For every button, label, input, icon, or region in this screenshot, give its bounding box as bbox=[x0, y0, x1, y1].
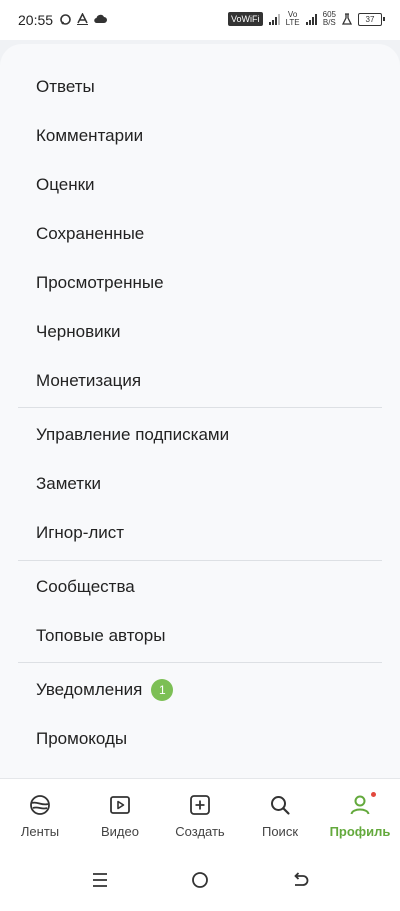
menu-item-ratings[interactable]: Оценки bbox=[36, 165, 95, 205]
vowifi-indicator: VoWiFi bbox=[228, 12, 263, 26]
status-time: 20:55 bbox=[18, 12, 54, 28]
profile-icon bbox=[350, 795, 370, 815]
menu-item-promocodes[interactable]: Промокоды bbox=[36, 719, 127, 759]
menu-item-comments[interactable]: Комментарии bbox=[36, 116, 143, 156]
nav-create[interactable]: Создать bbox=[160, 779, 240, 847]
divider bbox=[18, 407, 382, 408]
nav-create-label: Создать bbox=[175, 824, 225, 839]
nav-profile[interactable]: Профиль bbox=[320, 779, 400, 847]
status-bar: 20:55 VoWiFi Vo LTE 605 B/S 37 bbox=[0, 0, 400, 40]
search-icon bbox=[271, 796, 290, 815]
status-notification-icons bbox=[60, 13, 107, 25]
nav-search[interactable]: Поиск bbox=[240, 779, 320, 847]
menu-item-monetization[interactable]: Монетизация bbox=[36, 361, 141, 401]
profile-menu-sheet: Ответы Комментарии Оценки Сохраненные Пр… bbox=[0, 44, 400, 778]
volte-indicator: Vo LTE bbox=[285, 10, 300, 27]
divider bbox=[18, 560, 382, 561]
battery-icon: 37 bbox=[358, 12, 385, 26]
menu-item-subscriptions[interactable]: Управление подписками bbox=[36, 415, 229, 455]
menu-item-saved[interactable]: Сохраненные bbox=[36, 214, 144, 254]
nav-profile-label: Профиль bbox=[329, 824, 391, 839]
bottom-navigation: Ленты Видео Создать Поиск Профиль bbox=[0, 778, 400, 847]
feeds-icon bbox=[30, 795, 50, 815]
back-icon[interactable] bbox=[288, 868, 312, 892]
text-a-icon bbox=[77, 13, 88, 25]
menu-item-ignore-list[interactable]: Игнор-лист bbox=[36, 513, 124, 553]
home-icon[interactable] bbox=[188, 868, 212, 892]
nav-search-label: Поиск bbox=[261, 824, 299, 839]
menu-icon[interactable] bbox=[88, 868, 112, 892]
profile-notification-dot bbox=[371, 792, 376, 797]
system-navigation-bar bbox=[0, 846, 400, 911]
menu-item-answers[interactable]: Ответы bbox=[36, 67, 95, 107]
menu-item-notes[interactable]: Заметки bbox=[36, 464, 101, 504]
nav-feeds[interactable]: Ленты bbox=[0, 779, 80, 847]
menu-item-notifications-label: Уведомления bbox=[36, 680, 143, 699]
nav-video[interactable]: Видео bbox=[80, 779, 160, 847]
video-icon bbox=[110, 796, 130, 814]
create-icon bbox=[190, 795, 210, 815]
divider bbox=[18, 662, 382, 663]
menu-item-top-authors[interactable]: Топовые авторы bbox=[36, 616, 165, 656]
signal-2-icon bbox=[305, 13, 317, 25]
nav-video-label: Видео bbox=[101, 824, 139, 839]
nav-feeds-label: Ленты bbox=[20, 824, 60, 839]
cloud-icon bbox=[94, 14, 107, 24]
menu-item-communities[interactable]: Сообщества bbox=[36, 567, 135, 607]
menu-item-viewed[interactable]: Просмотренные bbox=[36, 263, 164, 303]
flask-icon bbox=[342, 13, 352, 25]
messenger-icon bbox=[60, 13, 71, 25]
status-system-icons: VoWiFi Vo LTE 605 B/S 37 bbox=[228, 10, 385, 27]
network-speed: 605 B/S bbox=[322, 10, 336, 27]
menu-item-drafts[interactable]: Черновики bbox=[36, 312, 121, 352]
menu-item-notifications[interactable]: Уведомления 1 bbox=[36, 670, 174, 710]
signal-icon bbox=[268, 13, 280, 25]
notifications-count-badge: 1 bbox=[151, 679, 174, 701]
